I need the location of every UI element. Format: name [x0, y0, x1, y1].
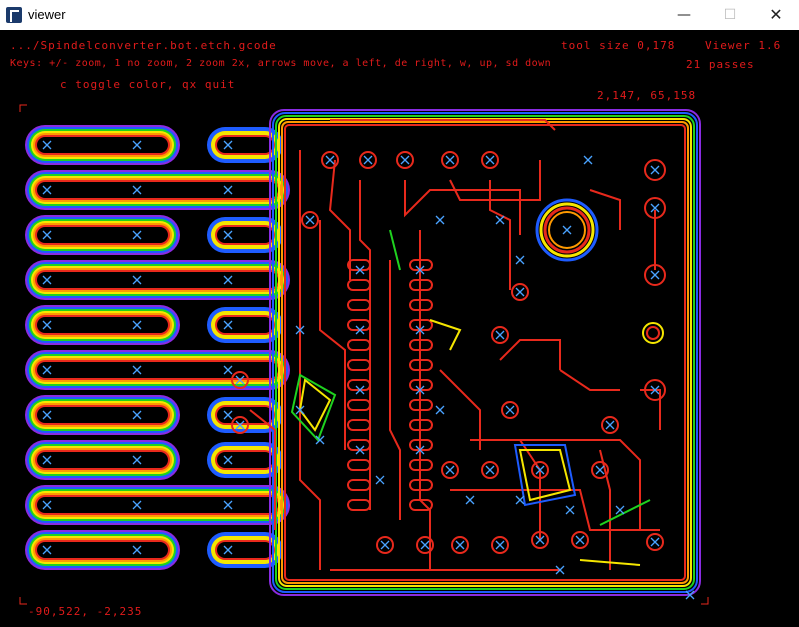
mounting-hole [535, 198, 664, 344]
left-finger-passes [25, 125, 290, 570]
viewer-window: viewer — ☐ ✕ .../Spindelconverter.bot.et… [0, 0, 799, 627]
maximize-button[interactable]: ☐ [707, 0, 753, 30]
chip-pads [231, 151, 666, 554]
window-title: viewer [28, 7, 66, 22]
app-icon [6, 7, 22, 23]
top-right-coordinate-readout: 2,147, 65,158 [597, 89, 697, 102]
board-outline-passes [269, 109, 701, 596]
version-label: Viewer 1.6 [705, 39, 782, 52]
bottom-left-coordinate-readout: -90,522, -2,235 [28, 605, 143, 618]
pcb-viewer-canvas[interactable]: .../Spindelconverter.bot.etch.gcode tool… [0, 30, 799, 627]
keys-help-line2: c toggle color, qx quit [60, 78, 236, 91]
tool-size-label: tool size 0,178 [561, 39, 676, 52]
file-path-label: .../Spindelconverter.bot.etch.gcode [10, 39, 277, 52]
pcb-etch-drawing [19, 104, 709, 605]
pcb-traces [249, 119, 661, 571]
keys-help-line1: Keys: +/- zoom, 1 no zoom, 2 zoom 2x, ar… [10, 58, 552, 69]
passes-count-label: 21 passes [686, 58, 755, 71]
close-button[interactable]: ✕ [753, 0, 799, 30]
minimize-button[interactable]: — [661, 0, 707, 30]
title-bar: viewer — ☐ ✕ [0, 0, 799, 31]
